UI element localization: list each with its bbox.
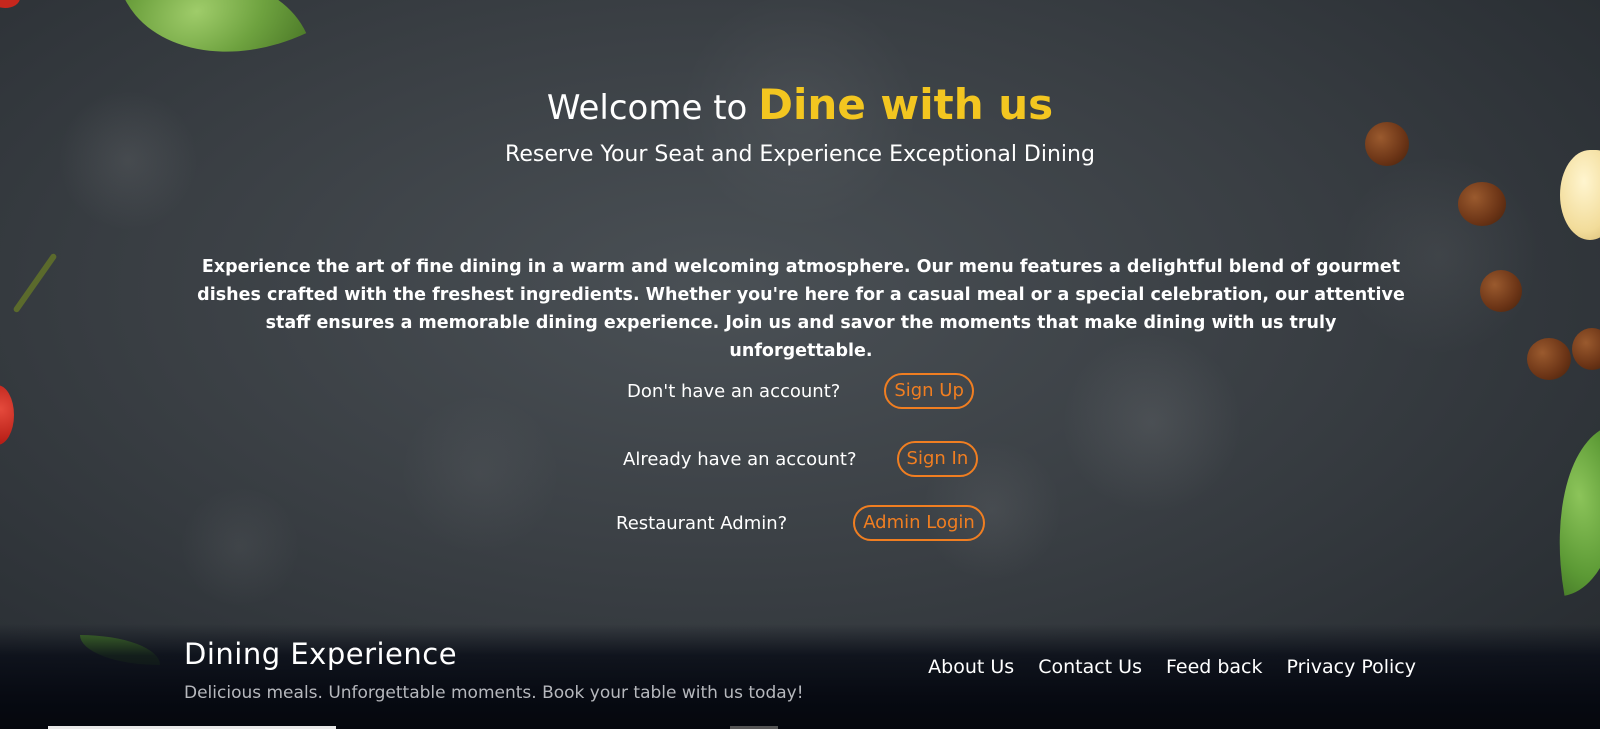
- signin-prompt: Already have an account?: [623, 448, 857, 470]
- signup-prompt: Don't have an account?: [627, 380, 841, 402]
- tagline: Reserve Your Seat and Experience Excepti…: [505, 142, 1095, 168]
- signup-row: Don't have an account? Sign Up: [627, 373, 974, 409]
- page-title: Welcome to Dine with us: [0, 80, 1600, 130]
- signin-row: Already have an account? Sign In: [623, 441, 979, 477]
- footer: Dining Experience Delicious meals. Unfor…: [0, 624, 1600, 729]
- footer-brand: Dining Experience: [184, 637, 458, 671]
- footer-subtitle: Delicious meals. Unforgettable moments. …: [184, 683, 804, 703]
- sign-in-button[interactable]: Sign In: [896, 441, 979, 477]
- admin-login-button[interactable]: Admin Login: [853, 505, 985, 541]
- sign-up-button[interactable]: Sign Up: [884, 373, 974, 409]
- brand-name: Dine with us: [758, 80, 1054, 129]
- admin-prompt: Restaurant Admin?: [616, 512, 788, 534]
- landing-page: Welcome to Dine with us Reserve Your Sea…: [0, 0, 1600, 729]
- welcome-text: Welcome to: [546, 88, 748, 128]
- description: Experience the art of fine dining in a w…: [197, 256, 1405, 361]
- hero-section: Welcome to Dine with us Reserve Your Sea…: [0, 80, 1600, 167]
- peppercorn-image: [1458, 182, 1506, 226]
- peppercorn-image: [1480, 270, 1522, 312]
- footer-nav: About Us Contact Us Feed back Privacy Po…: [928, 656, 1416, 678]
- privacy-policy-link[interactable]: Privacy Policy: [1287, 656, 1416, 678]
- contact-us-link[interactable]: Contact Us: [1038, 656, 1142, 678]
- peppercorn-image: [1527, 338, 1571, 380]
- about-us-link[interactable]: About Us: [928, 656, 1014, 678]
- feedback-link[interactable]: Feed back: [1166, 656, 1263, 678]
- admin-row: Restaurant Admin? Admin Login: [616, 505, 985, 541]
